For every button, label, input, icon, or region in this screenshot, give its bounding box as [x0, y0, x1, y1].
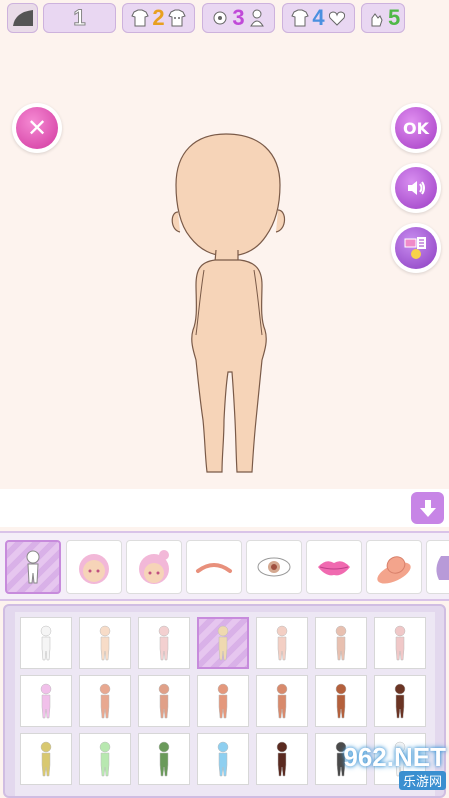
- close-button[interactable]: ✕: [12, 103, 62, 153]
- speaker-icon: [408, 181, 425, 195]
- part-hair-back[interactable]: [66, 540, 122, 594]
- body-figure-icon: [217, 625, 229, 661]
- skin-swatch[interactable]: [315, 617, 367, 669]
- body-figure-icon: [276, 741, 288, 777]
- body-figure-icon: [217, 741, 229, 777]
- skin-swatch[interactable]: [197, 617, 249, 669]
- skin-swatch[interactable]: [374, 675, 426, 727]
- body-silhouette-icon: [26, 550, 40, 584]
- part-hair-front[interactable]: [126, 540, 182, 594]
- shirt-heart-icon: [291, 9, 310, 27]
- shirt-face-icon: [167, 9, 186, 27]
- body-figure-icon: [158, 741, 170, 777]
- skin-swatch[interactable]: [138, 617, 190, 669]
- skin-swatch[interactable]: [79, 617, 131, 669]
- body-figure-icon: [335, 683, 347, 719]
- body-figure-icon: [99, 625, 111, 661]
- ok-label: OK: [403, 118, 429, 138]
- skin-swatch[interactable]: [20, 675, 72, 727]
- category-3[interactable]: 3: [202, 3, 275, 33]
- hair-back-icon: [79, 554, 109, 584]
- eyebrow-icon: [196, 563, 232, 573]
- slope-icon: [12, 10, 33, 26]
- hand-heart-icon: [371, 13, 383, 27]
- gallery-button[interactable]: [391, 223, 441, 273]
- part-eyes[interactable]: [246, 540, 302, 594]
- watermark-main: 962.NET: [343, 742, 446, 772]
- scroll-down-button[interactable]: [411, 492, 444, 524]
- skin-swatch[interactable]: [79, 675, 131, 727]
- category-4[interactable]: 4: [282, 3, 355, 33]
- hair-front-icon: [139, 550, 169, 584]
- hat-icon: [377, 556, 411, 584]
- body-figure-icon: [394, 625, 406, 661]
- character-stage: [0, 0, 449, 488]
- body-figure-icon: [394, 683, 406, 719]
- body-figure-icon: [217, 683, 229, 719]
- body-figure-icon: [99, 683, 111, 719]
- skin-swatch[interactable]: [20, 617, 72, 669]
- skin-swatch[interactable]: [256, 617, 308, 669]
- skin-swatch[interactable]: [20, 733, 72, 785]
- body-figure-icon: [276, 683, 288, 719]
- category-5[interactable]: 5: [361, 3, 405, 33]
- part-body[interactable]: [5, 540, 61, 594]
- body-figure-icon: [335, 625, 347, 661]
- heart-face-icon: [328, 11, 345, 26]
- skin-swatch[interactable]: [374, 617, 426, 669]
- body-figure-icon: [40, 741, 52, 777]
- category-slope[interactable]: [7, 3, 38, 33]
- body-figure-icon: [158, 625, 170, 661]
- shirt-icon: [131, 9, 150, 27]
- part-more[interactable]: [426, 540, 449, 594]
- gallery-icon: [404, 237, 426, 259]
- skin-swatch[interactable]: [138, 675, 190, 727]
- ok-button[interactable]: OK: [391, 103, 441, 153]
- more-item-icon: [436, 556, 449, 580]
- body-figure-icon: [276, 625, 288, 661]
- skin-swatch[interactable]: [256, 675, 308, 727]
- parts-bar: [0, 531, 449, 601]
- baby-icon: [249, 9, 264, 27]
- arrow-down-icon: [419, 500, 436, 517]
- lips-icon: [318, 561, 350, 576]
- skin-swatch[interactable]: [197, 733, 249, 785]
- skin-swatch[interactable]: [79, 733, 131, 785]
- eye-icon: [257, 557, 291, 577]
- body-figure-icon: [40, 683, 52, 719]
- character-body: [171, 133, 286, 473]
- category-1[interactable]: 1: [43, 3, 116, 33]
- skin-swatch[interactable]: [138, 733, 190, 785]
- pacifier-icon: [213, 11, 227, 25]
- category-2[interactable]: 2: [122, 3, 195, 33]
- body-figure-icon: [158, 683, 170, 719]
- part-hat[interactable]: [366, 540, 422, 594]
- skin-swatch[interactable]: [197, 675, 249, 727]
- skin-swatch[interactable]: [256, 733, 308, 785]
- body-figure-icon: [40, 625, 52, 661]
- part-mouth[interactable]: [306, 540, 362, 594]
- skin-swatch[interactable]: [315, 675, 367, 727]
- watermark-logo: 962.NET 乐游网: [314, 738, 446, 794]
- category-bar: [0, 489, 449, 527]
- part-eyebrows[interactable]: [186, 540, 242, 594]
- close-icon: ✕: [26, 114, 48, 142]
- watermark-sub: 乐游网: [398, 771, 446, 790]
- sound-button[interactable]: [391, 163, 441, 213]
- body-figure-icon: [99, 741, 111, 777]
